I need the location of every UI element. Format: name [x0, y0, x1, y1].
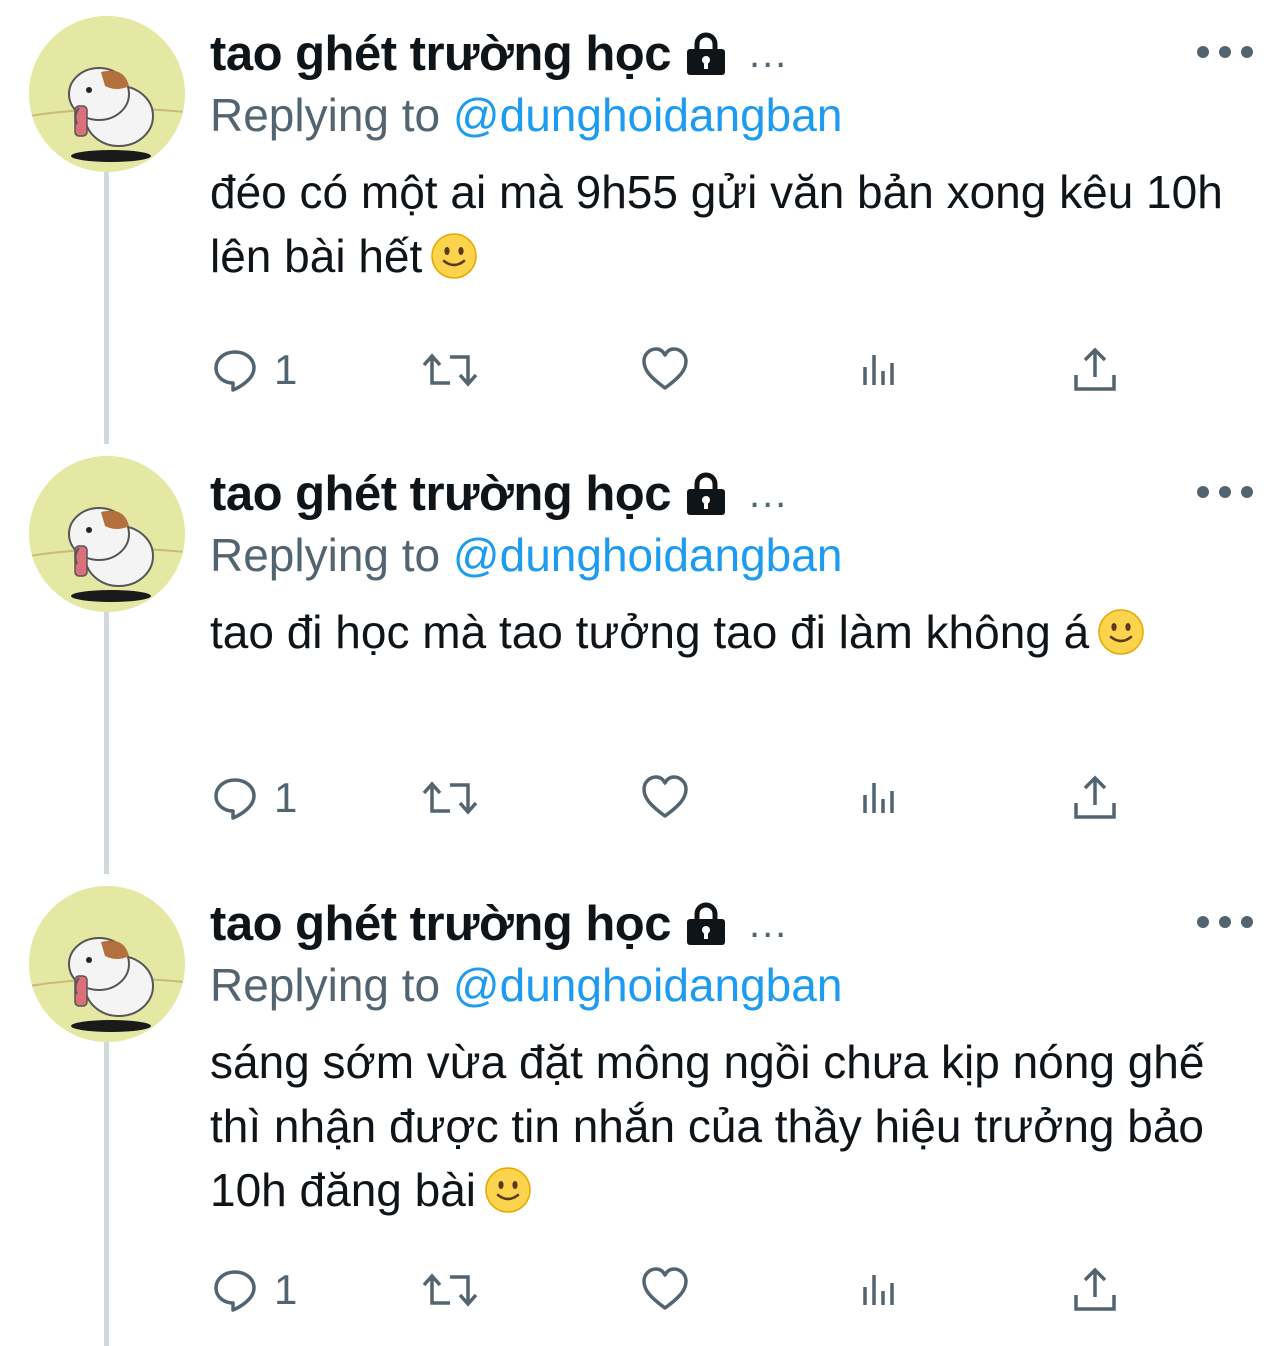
share-button[interactable] — [1070, 768, 1120, 828]
reply-count: 1 — [274, 346, 298, 393]
share-icon — [1074, 1267, 1116, 1311]
slightly-smiling-face-icon — [431, 233, 478, 279]
tweet-text-body: tao đi học mà tao tưởng tao đi làm không… — [210, 606, 1090, 658]
more-icon[interactable] — [1197, 40, 1253, 64]
replying-to-label: Replying to — [210, 959, 441, 1011]
reply-button[interactable]: 1 — [210, 340, 297, 400]
tweet-content: tao ghét trường học ... Replying to @dun… — [210, 892, 1253, 1222]
views-icon — [863, 1275, 894, 1305]
hamster-avatar-icon — [29, 886, 185, 1042]
tweet-content: tao ghét trường học ... Replying to @dun… — [210, 22, 1253, 288]
reply-button[interactable]: 1 — [210, 768, 297, 828]
replying-to-handle[interactable]: @dunghoidangban — [453, 959, 843, 1011]
replying-to: Replying to @dunghoidangban — [210, 86, 1253, 144]
hamster-avatar-icon — [29, 456, 185, 612]
tweet-actions: 1 — [210, 768, 1130, 828]
tweet-header: tao ghét trường học ... — [210, 22, 1253, 86]
more-icon[interactable] — [1197, 910, 1253, 934]
reply-icon — [214, 350, 256, 392]
replying-to: Replying to @dunghoidangban — [210, 956, 1253, 1014]
tweet-actions: 1 — [210, 340, 1130, 400]
handle-ellipsis: ... — [748, 471, 789, 516]
tweet-content: tao ghét trường học ... Replying to @dun… — [210, 462, 1253, 664]
tweet-text-body: sáng sớm vừa đặt mông ngồi chưa kịp nóng… — [210, 1036, 1205, 1216]
handle-ellipsis: ... — [748, 31, 789, 76]
tweet-header: tao ghét trường học ... — [210, 892, 1253, 956]
handle-ellipsis: ... — [748, 901, 789, 946]
retweet-button[interactable] — [422, 768, 478, 828]
display-name[interactable]: tao ghét trường học — [210, 896, 671, 952]
tweet-text: tao đi học mà tao tưởng tao đi làm không… — [210, 600, 1230, 664]
like-button[interactable] — [640, 768, 690, 828]
heart-icon — [642, 775, 688, 818]
conversation-thread: tao ghét trường học ... Replying to @dun… — [0, 0, 1283, 1346]
lock-icon — [683, 471, 729, 517]
display-name[interactable]: tao ghét trường học — [210, 26, 671, 82]
tweet[interactable]: tao ghét trường học ... Replying to @dun… — [0, 440, 1283, 870]
reply-button[interactable]: 1 — [210, 1260, 297, 1320]
heart-icon — [642, 347, 688, 390]
views-button[interactable] — [855, 1260, 905, 1320]
like-button[interactable] — [640, 1260, 690, 1320]
retweet-icon — [422, 781, 478, 815]
lock-icon — [683, 901, 729, 947]
reply-icon — [214, 778, 256, 820]
tweet-actions: 1 — [210, 1260, 1130, 1320]
views-button[interactable] — [855, 768, 905, 828]
replying-to-handle[interactable]: @dunghoidangban — [453, 89, 843, 141]
tweet[interactable]: tao ghét trường học ... Replying to @dun… — [0, 0, 1283, 440]
share-icon — [1074, 775, 1116, 819]
avatar[interactable] — [29, 886, 185, 1042]
tweet-text-body: đéo có một ai mà 9h55 gửi văn bản xong k… — [210, 166, 1223, 282]
share-icon — [1074, 347, 1116, 391]
hamster-avatar-icon — [29, 16, 185, 172]
more-icon[interactable] — [1197, 480, 1253, 504]
heart-icon — [642, 1267, 688, 1310]
share-button[interactable] — [1070, 1260, 1120, 1320]
views-icon — [863, 783, 894, 813]
replying-to-handle[interactable]: @dunghoidangban — [453, 529, 843, 581]
tweet-text: sáng sớm vừa đặt mông ngồi chưa kịp nóng… — [210, 1030, 1230, 1222]
replying-to-label: Replying to — [210, 89, 441, 141]
slightly-smiling-face-icon — [485, 1167, 531, 1213]
lock-icon — [683, 31, 729, 77]
avatar[interactable] — [29, 456, 185, 612]
slightly-smiling-face-icon — [1098, 609, 1145, 655]
views-icon — [863, 355, 894, 385]
reply-count: 1 — [274, 774, 298, 821]
retweet-icon — [422, 1273, 478, 1307]
avatar[interactable] — [29, 16, 185, 172]
tweet[interactable]: tao ghét trường học ... Replying to @dun… — [0, 870, 1283, 1346]
like-button[interactable] — [640, 340, 690, 400]
tweet-text: đéo có một ai mà 9h55 gửi văn bản xong k… — [210, 160, 1230, 288]
retweet-button[interactable] — [422, 340, 478, 400]
display-name[interactable]: tao ghét trường học — [210, 466, 671, 522]
share-button[interactable] — [1070, 340, 1120, 400]
reply-count: 1 — [274, 1266, 298, 1313]
views-button[interactable] — [855, 340, 905, 400]
reply-icon — [214, 1270, 256, 1312]
replying-to: Replying to @dunghoidangban — [210, 526, 1253, 584]
replying-to-label: Replying to — [210, 529, 441, 581]
retweet-icon — [422, 353, 478, 387]
retweet-button[interactable] — [422, 1260, 478, 1320]
tweet-header: tao ghét trường học ... — [210, 462, 1253, 526]
